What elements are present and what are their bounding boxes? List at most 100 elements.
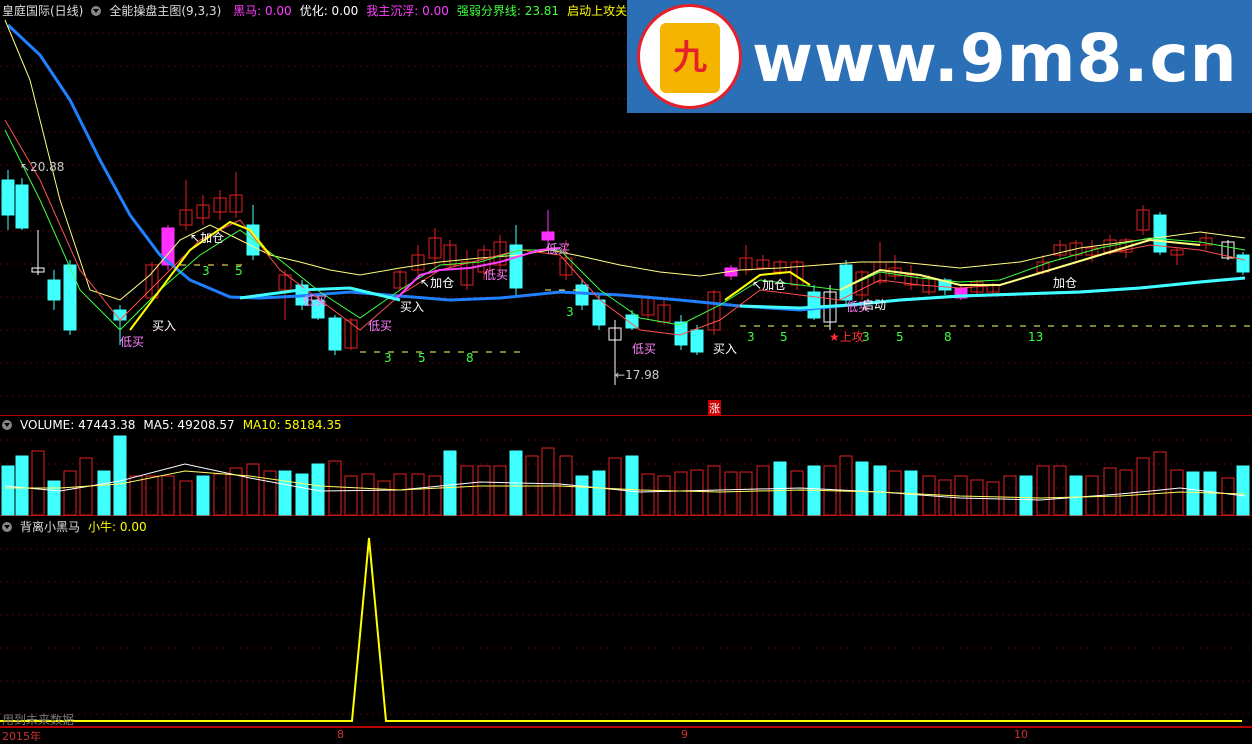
candle-body bbox=[328, 317, 342, 351]
volume-bar bbox=[145, 475, 159, 516]
indicator-value: 小牛: 0.00 bbox=[88, 520, 147, 534]
signal-add: ↖加仓 bbox=[752, 278, 787, 292]
count-label: 5 bbox=[235, 264, 243, 278]
volume-bar bbox=[1, 465, 15, 516]
volume-bar bbox=[47, 480, 61, 516]
candle-body bbox=[592, 299, 606, 326]
volume-bar bbox=[411, 473, 425, 516]
count-label: 13 bbox=[1028, 330, 1044, 344]
volume-ma5 bbox=[4, 463, 1246, 501]
signal-buy: 买入 bbox=[400, 300, 425, 314]
volume-bar bbox=[657, 475, 671, 516]
candle-body bbox=[1236, 254, 1250, 273]
volume-bar bbox=[674, 471, 688, 516]
signal-low-buy: 低买 bbox=[303, 294, 328, 308]
candle-body bbox=[47, 279, 61, 301]
volume-bar bbox=[361, 473, 375, 516]
volume-bar bbox=[97, 470, 111, 516]
volume-bar bbox=[790, 470, 804, 516]
volume-bar bbox=[179, 480, 193, 516]
volume-bar bbox=[246, 463, 260, 516]
value-youhua: 优化: 0.00 bbox=[299, 4, 359, 18]
volume-bar bbox=[493, 465, 507, 516]
volume-bar bbox=[196, 475, 210, 516]
ma-line-red bbox=[4, 119, 1246, 336]
candle-body bbox=[541, 231, 555, 241]
signal-low-buy: 低买 bbox=[368, 319, 393, 333]
value-heima: 黑马: 0.00 bbox=[233, 4, 292, 18]
volume-bar bbox=[263, 470, 277, 516]
volume-bar bbox=[31, 450, 45, 516]
high-price-label: ↖20.88 bbox=[20, 160, 65, 174]
site-logo: 九 bbox=[637, 4, 742, 109]
volume-bar bbox=[592, 470, 606, 516]
volume-bar bbox=[625, 455, 639, 516]
volume-bar bbox=[443, 450, 457, 516]
volume-bar bbox=[1153, 451, 1167, 516]
future-data-note: 用到未来数据 bbox=[2, 713, 75, 727]
time-axis: 2015年 8 9 10 bbox=[0, 727, 1252, 744]
count-label: 5 bbox=[896, 330, 904, 344]
main-header: 皇庭国际(日线) 全能操盘主图(9,3,3) 黑马: 0.00 优化: 0.00 我主… bbox=[2, 2, 647, 19]
signal-buy: 买入 bbox=[152, 319, 177, 333]
volume-bar bbox=[113, 435, 127, 516]
signal-low-buy: 低买 bbox=[546, 242, 571, 256]
count-label: 3 bbox=[202, 264, 210, 278]
signal-buy: 买入 bbox=[713, 342, 738, 356]
volume-bar bbox=[428, 475, 442, 516]
volume-bar bbox=[1136, 457, 1150, 516]
stock-title: 皇庭国际(日线) bbox=[2, 4, 84, 18]
volume-bar bbox=[541, 447, 555, 516]
signal-low-buy: 低买 bbox=[120, 335, 145, 349]
axis-month: 8 bbox=[337, 728, 344, 741]
indicator-line bbox=[0, 537, 1242, 722]
count-label: 5 bbox=[780, 330, 788, 344]
volume-bar bbox=[855, 461, 869, 516]
volume-bar bbox=[1069, 475, 1083, 516]
watermark-banner: 九 www.9m8.cn bbox=[627, 0, 1252, 113]
volume-bar bbox=[1053, 465, 1067, 516]
count-label: 8 bbox=[466, 351, 474, 365]
volume-bar bbox=[1236, 465, 1250, 516]
volume-bar bbox=[873, 465, 887, 516]
signal-add: ↖加仓 bbox=[190, 231, 225, 245]
indicator-name[interactable]: 全能操盘主图(9,3,3) bbox=[109, 4, 221, 18]
indicator-header: 背离小黑马 小牛: 0.00 bbox=[2, 518, 155, 535]
volume-ma10: MA10: 58184.35 bbox=[242, 418, 342, 432]
volume-bar bbox=[970, 479, 984, 516]
candle-body bbox=[690, 329, 704, 353]
count-label: 3 bbox=[384, 351, 392, 365]
volume-bar bbox=[690, 469, 704, 516]
value-wozhu: 我主沉浮: 0.00 bbox=[366, 4, 449, 18]
indicator-panel[interactable]: 背离小黑马 小牛: 0.00 用到未来数据 bbox=[0, 516, 1252, 727]
low-price-label: ←17.98 bbox=[615, 368, 660, 382]
signal-add: ↖加仓 bbox=[420, 276, 455, 290]
volume-bar bbox=[63, 470, 77, 516]
signal-launch: 启动 bbox=[862, 298, 887, 312]
dropdown-icon[interactable] bbox=[2, 522, 12, 532]
signal-add: 加仓 bbox=[1053, 276, 1078, 290]
axis-month: 9 bbox=[681, 728, 688, 741]
dropdown-icon[interactable] bbox=[2, 420, 12, 430]
signal-attack: ★上攻 bbox=[829, 330, 864, 344]
volume-bar bbox=[477, 465, 491, 516]
signal-low-buy: 低买 bbox=[484, 268, 509, 282]
count-label: 8 bbox=[944, 330, 952, 344]
volume-bar bbox=[460, 465, 474, 516]
volume-bar bbox=[213, 473, 227, 516]
volume-panel[interactable]: VOLUME: 47443.38 MA5: 49208.57 MA10: 58184… bbox=[0, 416, 1252, 516]
volume-bar bbox=[1186, 471, 1200, 516]
volume-bar bbox=[739, 471, 753, 516]
dropdown-icon[interactable] bbox=[91, 6, 102, 16]
volume-bar bbox=[1221, 477, 1235, 516]
volume-bar bbox=[295, 473, 309, 516]
volume-header: VOLUME: 47443.38 MA5: 49208.57 MA10: 58184… bbox=[2, 418, 350, 432]
count-label: 5 bbox=[418, 351, 426, 365]
volume-bar bbox=[278, 470, 292, 516]
volume-ma10 bbox=[5, 470, 1246, 499]
indicator-title: 背离小黑马 bbox=[20, 520, 81, 534]
volume-bar bbox=[839, 455, 853, 516]
volume-bar bbox=[724, 471, 738, 516]
count-label: 3 bbox=[566, 305, 574, 319]
volume-bar bbox=[344, 475, 358, 516]
